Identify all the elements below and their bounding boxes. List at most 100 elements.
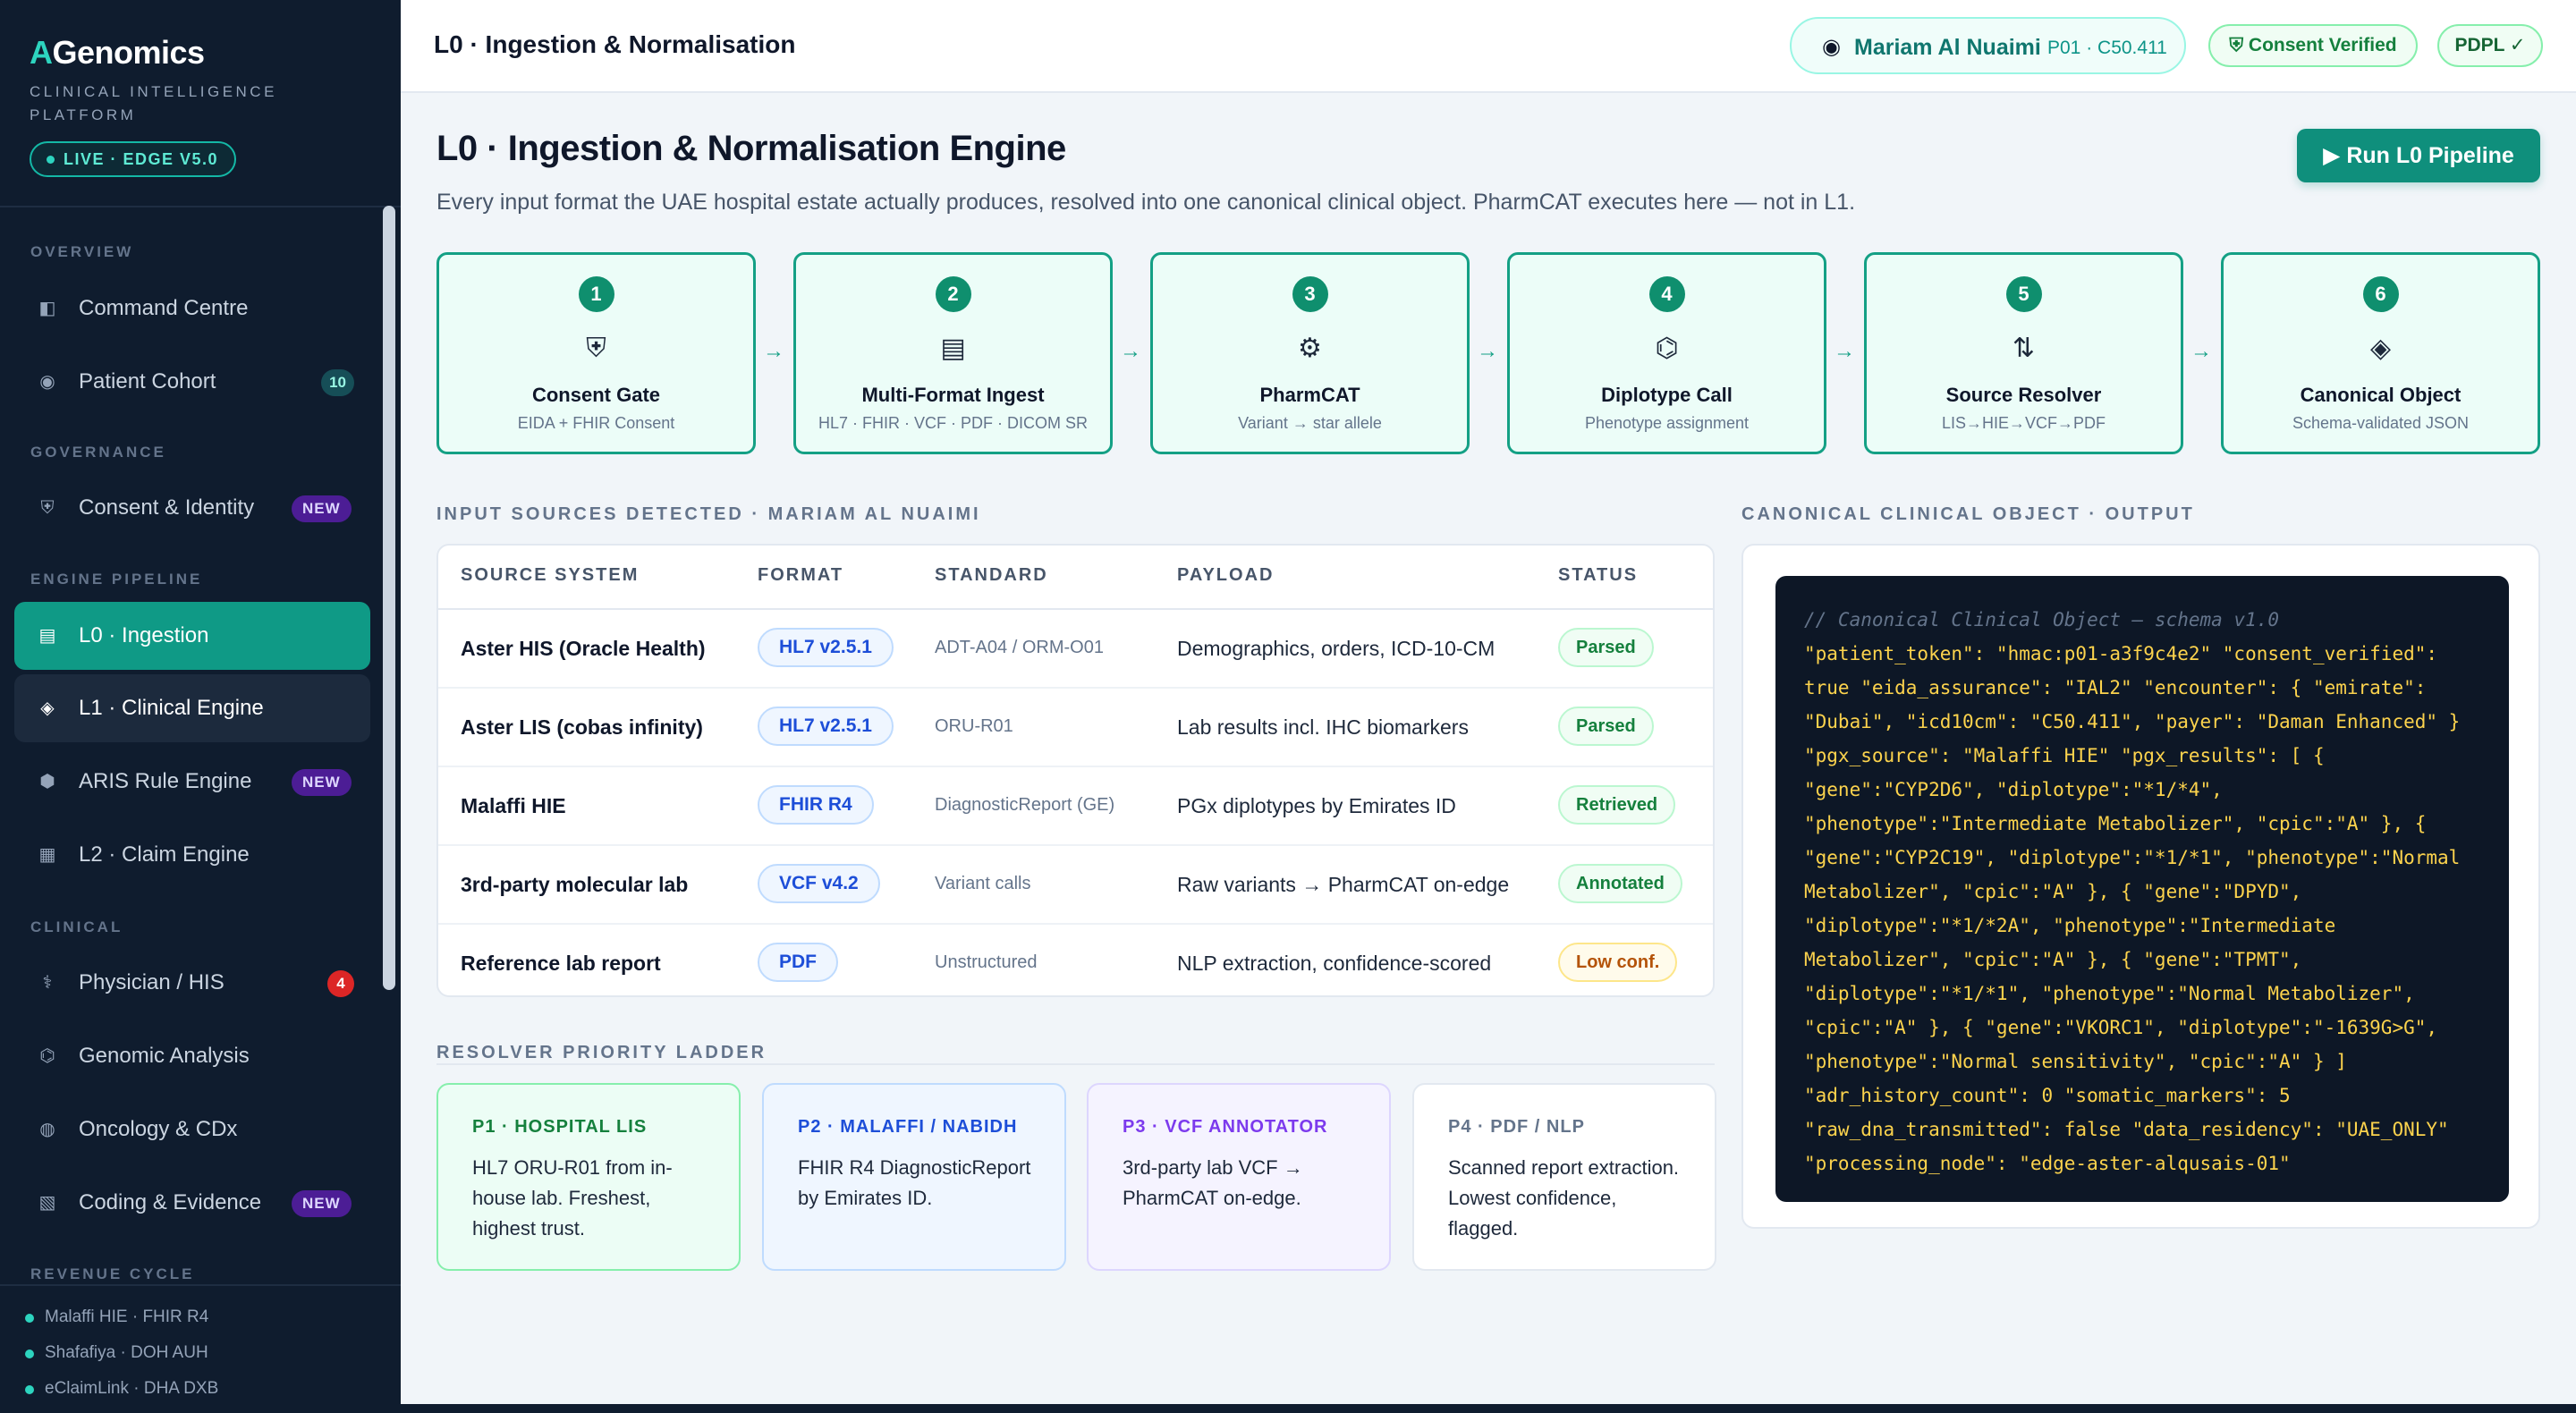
sidebar-scrollbar[interactable] [383,206,395,990]
sidebar-item-coding-evidence[interactable]: ▧ Coding & Evidence NEW [14,1169,370,1237]
format-badge: HL7 v2.5.1 [758,628,894,667]
consent-verified-badge[interactable]: ⛨ Consent Verified [2208,24,2418,67]
nav-section-overview: OVERVIEW [30,243,134,260]
payload: PGx diplotypes by Emirates ID [1177,794,1456,817]
table-row[interactable]: Malaffi HIE FHIR R4 DiagnosticReport (GE… [438,767,1713,846]
nav-section-revenue-cycle: REVENUE CYCLE [30,1265,195,1282]
sidebar-item-aris-rule-engine[interactable]: ⬢ ARIS Rule Engine NEW [14,748,370,816]
top-bar: L0 · Ingestion & Normalisation ◉ Mariam … [401,0,2576,93]
molecule-icon: ⌬ [1655,334,1679,363]
patient-name: Mariam Al Nuaimi [1854,35,2041,60]
caduceus-icon: ⚕ [42,973,53,993]
pipeline-step-pharmcat[interactable]: 3 ⚙ PharmCAT Variant → star allele [1150,252,1470,454]
step-number: 5 [2005,276,2042,312]
pdpl-badge[interactable]: PDPL ✓ [2437,24,2543,67]
sidebar-item-oncology-cdx[interactable]: ◍ Oncology & CDx [14,1096,370,1163]
patient-icon: ◉ [39,372,55,392]
table-row[interactable]: Aster LIS (cobas infinity) HL7 v2.5.1 OR… [438,689,1713,767]
step-title: PharmCAT [1259,384,1360,406]
brand-logo[interactable]: AGenomics [30,34,205,72]
new-badge: NEW [292,495,352,522]
nav-section-engine-pipeline: ENGINE PIPELINE [30,571,203,588]
sidebar-item-l0-ingestion[interactable]: ▤ L0 · Ingestion [14,602,370,670]
sidebar-item-consent-identity[interactable]: ⛨ Consent & Identity NEW [14,474,370,542]
payload: Demographics, orders, ICD-10-CM [1177,637,1496,660]
source-system: Aster LIS (cobas infinity) [461,715,703,739]
arrow-right-icon: → [763,339,784,363]
swap-arrows-icon: ⇅ [2012,334,2036,363]
pipeline-step-consent-gate[interactable]: 1 ⛨ Consent Gate EIDA + FHIR Consent [436,252,756,454]
format-badge: FHIR R4 [758,785,874,825]
sidebar-item-l1-clinical-engine[interactable]: ◈ L1 · Clinical Engine [14,674,370,742]
pipeline-step-diplotype-call[interactable]: 4 ⌬ Diplotype Call Phenotype assignment [1507,252,1826,454]
run-l0-pipeline-button[interactable]: ▶ Run L0 Pipeline [2297,129,2540,182]
priority-description: Scanned report extraction. Lowest confid… [1448,1156,1680,1240]
standard: Variant calls [935,874,1031,893]
format-badge: PDF [758,943,838,982]
output-label: CANONICAL CLINICAL OBJECT · OUTPUT [1741,504,2195,524]
sidebar-item-label: Genomic Analysis [79,1044,250,1068]
sidebar-item-label: Physician / HIS [79,970,225,994]
gear-icon: ⚙ [1298,334,1322,363]
priority-title: P3 · VCF ANNOTATOR [1123,1117,1328,1137]
sidebar-item-patient-cohort[interactable]: ◉ Patient Cohort 10 [14,348,370,416]
step-number: 4 [1648,276,1685,312]
step-number: 1 [578,276,614,312]
pipeline-step-multi-format-ingest[interactable]: 2 ▤ Multi-Format Ingest HL7 · FHIR · VCF… [793,252,1113,454]
step-number: 2 [935,276,971,312]
payload: Raw variants → PharmCAT on-edge [1177,873,1510,896]
sidebar-item-label: Consent & Identity [79,495,255,520]
step-title: Diplotype Call [1601,384,1733,406]
sidebar: AGenomics CLINICAL INTELLIGENCE PLATFORM… [0,0,401,1413]
sidebar-item-l2-claim-engine[interactable]: ▦ L2 · Claim Engine [14,821,370,889]
integration-status-eclaimlink: eClaimLink · DHA DXB [24,1379,219,1398]
step-subtitle: EIDA + FHIR Consent [517,414,675,432]
sidebar-item-label: Patient Cohort [79,369,216,393]
canonical-object-json[interactable]: // Canonical Clinical Object — schema v1… [1775,576,2509,1202]
table-row[interactable]: Reference lab report PDF Unstructured NL… [438,925,1713,995]
input-sources-label: INPUT SOURCES DETECTED · MARIAM AL NUAIM… [436,504,981,524]
input-sources-table: SOURCE SYSTEM FORMAT STANDARD PAYLOAD ST… [436,544,1715,997]
sidebar-item-label: Oncology & CDx [79,1117,238,1141]
sidebar-item-label: L0 · Ingestion [79,623,209,647]
page-title: L0 · Ingestion & Normalisation Engine [436,129,1066,168]
step-subtitle: Schema-validated JSON [2292,414,2470,432]
resolver-ladder-label: RESOLVER PRIORITY LADDER [436,1043,767,1062]
integration-status-panel: Malaffi HIE · FHIR R4 Shafafiya · DOH AU… [0,1284,401,1413]
new-badge: NEW [292,769,352,796]
brand-initial: A [30,34,53,71]
priority-card-p3: P3 · VCF ANNOTATOR 3rd-party lab VCF → P… [1087,1083,1391,1271]
priority-title: P4 · PDF / NLP [1448,1117,1585,1137]
step-subtitle: Phenotype assignment [1584,414,1750,432]
table-row[interactable]: Aster HIS (Oracle Health) HL7 v2.5.1 ADT… [438,610,1713,689]
source-system: 3rd-party molecular lab [461,873,689,896]
priority-title: P1 · HOSPITAL LIS [472,1117,648,1137]
diamond-icon: ◈ [2369,334,2392,363]
format-badge: VCF v4.2 [758,864,880,903]
source-system: Reference lab report [461,952,661,975]
canonical-object-card: // Canonical Clinical Object — schema v1… [1741,544,2540,1229]
integration-status-malaffi: Malaffi HIE · FHIR R4 [24,1307,209,1326]
nav-section-governance: GOVERNANCE [30,444,166,461]
standard: ORU-R01 [935,716,1013,736]
section-divider [436,1063,1715,1065]
pipeline-step-source-resolver[interactable]: 5 ⇅ Source Resolver LIS→HIE→VCF→PDF [1864,252,2183,454]
step-title: Canonical Object [2300,384,2462,406]
status-badge: Low conf. [1558,943,1678,982]
arrow-right-icon: → [1477,339,1498,363]
active-patient-pill[interactable]: ◉ Mariam Al Nuaimi P01 · C50.411 [1790,17,2186,74]
sidebar-divider [0,206,401,207]
sidebar-item-label: ARIS Rule Engine [79,769,252,793]
sidebar-item-command-centre[interactable]: ◧ Command Centre [14,275,370,343]
priority-description: 3rd-party lab VCF → PharmCAT on-edge. [1123,1156,1303,1209]
notification-count-badge: 4 [327,970,354,997]
sidebar-item-genomic-analysis[interactable]: ⌬ Genomic Analysis [14,1022,370,1090]
arrow-right-icon: → [1120,339,1141,363]
step-title: Consent Gate [531,384,661,406]
patient-icon: ◉ [1822,35,1841,59]
priority-description: HL7 ORU-R01 from in-house lab. Freshest,… [472,1156,673,1240]
step-title: Source Resolver [1945,384,2102,406]
pipeline-step-canonical-object[interactable]: 6 ◈ Canonical Object Schema-validated JS… [2221,252,2540,454]
sidebar-item-physician-his[interactable]: ⚕ Physician / HIS 4 [14,949,370,1017]
table-row[interactable]: 3rd-party molecular lab VCF v4.2 Variant… [438,846,1713,925]
